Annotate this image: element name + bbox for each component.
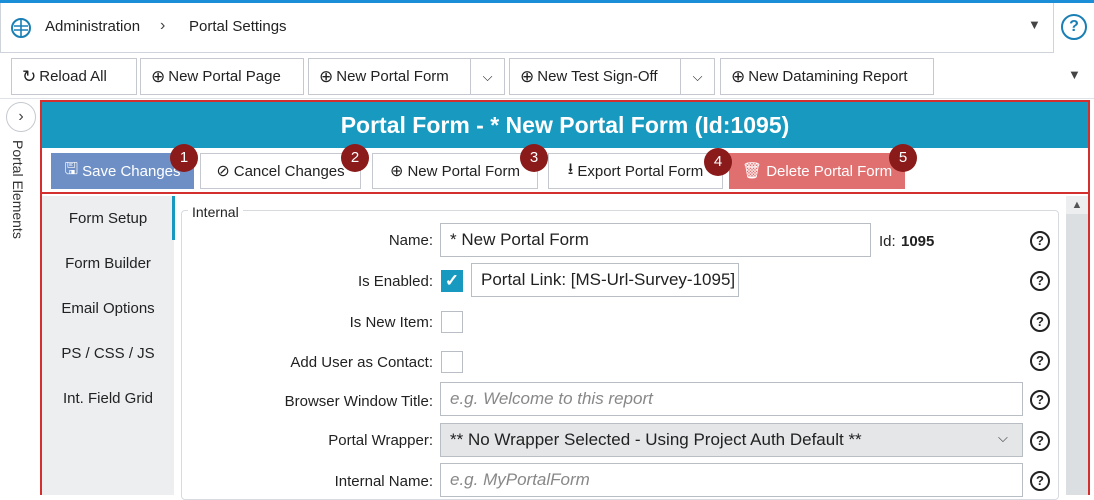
help-icon[interactable]: ?: [1030, 351, 1050, 371]
new-datamining-report-button[interactable]: ⊕ New Datamining Report: [720, 58, 934, 95]
group-title: Internal: [188, 204, 243, 220]
help-icon[interactable]: ?: [1061, 14, 1087, 40]
is-enabled-checkbox[interactable]: ✓: [441, 270, 463, 292]
browser-window-title-label: Browser Window Title:: [284, 393, 433, 410]
id-value: 1095: [901, 233, 935, 250]
browser-window-title-input[interactable]: e.g. Welcome to this report: [440, 382, 1023, 416]
is-new-item-label: Is New Item:: [349, 314, 433, 331]
plus-circle-icon: ⊕: [319, 66, 334, 86]
new-portal-form-action-button[interactable]: ⊕ New Portal Form: [372, 153, 538, 189]
help-icon[interactable]: ?: [1030, 231, 1050, 251]
is-new-item-checkbox[interactable]: [441, 311, 463, 333]
app-logo-icon[interactable]: [10, 17, 32, 43]
delete-portal-form-button[interactable]: 🗑 Delete Portal Form: [729, 153, 905, 189]
form-title: Portal Form - * New Portal Form (Id:1095…: [42, 102, 1088, 148]
help-icon[interactable]: ?: [1030, 271, 1050, 291]
tab-int-field-grid[interactable]: Int. Field Grid: [42, 390, 174, 407]
new-portal-form-label: New Portal Form: [336, 68, 449, 85]
chevron-down-icon[interactable]: ⌵: [470, 59, 504, 94]
help-icon[interactable]: ?: [1030, 471, 1050, 491]
expand-panel-button[interactable]: ›: [6, 102, 36, 132]
new-portal-page-button[interactable]: ⊕ New Portal Page: [140, 58, 304, 95]
new-portal-page-label: New Portal Page: [168, 68, 281, 85]
toolbar-divider: [0, 98, 1094, 99]
tab-form-setup[interactable]: Form Setup: [42, 210, 174, 227]
chevron-down-icon[interactable]: ⌵: [998, 430, 1008, 446]
plus-circle-icon: ⊕: [151, 66, 166, 86]
step-badge: 5: [889, 144, 917, 172]
breadcrumb-item-portal-settings[interactable]: Portal Settings: [189, 18, 287, 35]
export-icon: ⭳: [567, 160, 574, 178]
export-portal-form-button[interactable]: ⭳ Export Portal Form: [548, 153, 723, 189]
new-portal-form-button[interactable]: ⊕ New Portal Form ⌵: [308, 58, 505, 95]
name-label: Name:: [388, 232, 433, 249]
help-icon[interactable]: ?: [1030, 431, 1050, 451]
add-user-as-contact-label: Add User as Contact:: [290, 354, 433, 371]
save-icon: 🖫: [64, 160, 79, 178]
save-changes-label: Save Changes: [82, 162, 181, 180]
chevron-right-icon: ›: [160, 17, 166, 34]
plus-circle-icon: ⊕: [390, 163, 404, 180]
step-badge: 4: [704, 148, 732, 176]
portal-elements-label: Portal Elements: [10, 140, 26, 239]
step-badge: 3: [520, 144, 548, 172]
portal-link-field[interactable]: Portal Link: [MS-Url-Survey-1095]: [471, 263, 739, 297]
internal-name-label: Internal Name:: [334, 473, 433, 490]
plus-circle-icon: ⊕: [520, 66, 535, 86]
help-icon[interactable]: ?: [1030, 390, 1050, 410]
chevron-down-icon[interactable]: ⌵: [680, 59, 714, 94]
cancel-changes-label: Cancel Changes: [233, 162, 345, 180]
is-enabled-label: Is Enabled:: [357, 273, 433, 290]
portal-wrapper-label: Portal Wrapper:: [328, 432, 433, 449]
tab-email-options[interactable]: Email Options: [42, 300, 174, 317]
delete-portal-form-label: Delete Portal Form: [766, 162, 893, 180]
internal-name-input[interactable]: e.g. MyPortalForm: [440, 463, 1023, 497]
cancel-changes-button[interactable]: ⊘ Cancel Changes: [200, 153, 361, 189]
new-test-sign-off-label: New Test Sign-Off: [537, 68, 658, 85]
scrollbar[interactable]: [1066, 196, 1088, 495]
reload-icon: ↻: [22, 66, 37, 86]
add-user-as-contact-checkbox[interactable]: [441, 351, 463, 373]
export-portal-form-label: Export Portal Form: [577, 162, 704, 180]
portal-wrapper-select[interactable]: ** No Wrapper Selected - Using Project A…: [440, 423, 1023, 457]
tab-form-builder[interactable]: Form Builder: [42, 255, 174, 272]
breadcrumb-dropdown-icon[interactable]: ▼: [1028, 17, 1041, 32]
toolbar-overflow-icon[interactable]: ▼: [1068, 67, 1081, 82]
step-badge: 1: [170, 144, 198, 172]
cancel-icon: ⊘: [216, 163, 230, 180]
tab-ps-css-js[interactable]: PS / CSS / JS: [42, 345, 174, 362]
breadcrumb: [0, 3, 1054, 53]
trash-icon: 🗑: [741, 163, 763, 180]
reload-all-button[interactable]: ↻ Reload All: [11, 58, 137, 95]
reload-all-label: Reload All: [39, 68, 107, 85]
help-icon[interactable]: ?: [1030, 312, 1050, 332]
portal-elements-tab[interactable]: Portal Elements: [2, 140, 38, 250]
name-input[interactable]: * New Portal Form: [440, 223, 871, 257]
scroll-up-icon[interactable]: ▲: [1066, 196, 1088, 214]
check-icon: ✓: [444, 271, 460, 290]
new-portal-form-action-label: New Portal Form: [407, 162, 520, 180]
new-test-sign-off-button[interactable]: ⊕ New Test Sign-Off ⌵: [509, 58, 715, 95]
plus-circle-icon: ⊕: [731, 66, 746, 86]
step-badge: 2: [341, 144, 369, 172]
id-label: Id:: [879, 233, 896, 250]
breadcrumb-item-administration[interactable]: Administration: [45, 18, 140, 35]
new-datamining-report-label: New Datamining Report: [748, 68, 908, 85]
